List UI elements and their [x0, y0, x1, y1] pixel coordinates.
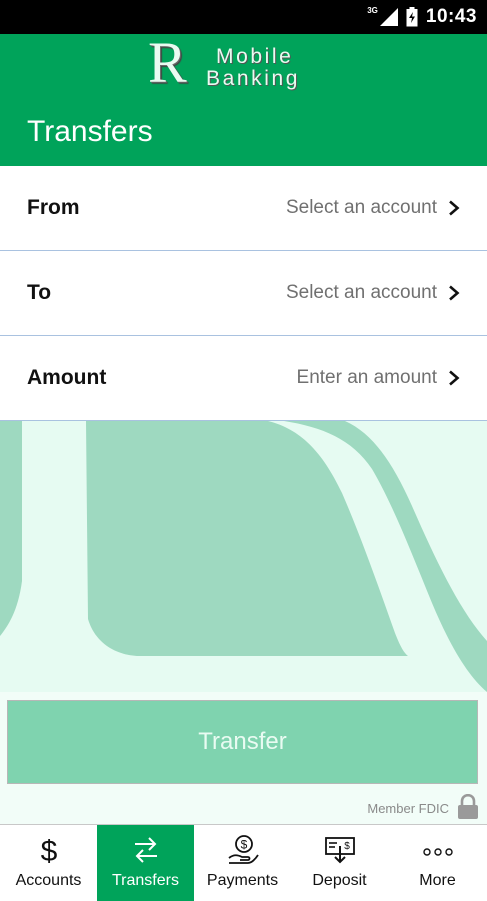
clock: 10:43: [425, 6, 477, 27]
app-header: R Mobile Banking Transfers: [0, 34, 487, 166]
chevron-right-icon: [449, 370, 460, 386]
nav-deposit-label: Deposit: [312, 872, 367, 889]
network-type-label: 3G: [367, 5, 378, 15]
signal-icon: [379, 8, 398, 26]
amount-value: Enter an amount: [296, 367, 437, 388]
nav-payments[interactable]: $ Payments: [194, 825, 291, 901]
nav-transfers[interactable]: Transfers: [97, 825, 194, 901]
from-account-value: Select an account: [285, 197, 437, 218]
nav-more-label: More: [419, 872, 456, 889]
page-title: Transfers: [27, 115, 153, 148]
amount-row[interactable]: Amount Enter an amount: [0, 336, 487, 421]
to-account-value: Select an account: [285, 282, 437, 303]
nav-deposit[interactable]: $ Deposit: [291, 825, 388, 901]
check-deposit-icon: $: [324, 837, 355, 864]
chevron-right-icon: [449, 200, 460, 216]
action-area: Transfer Member FDIC: [0, 692, 487, 824]
svg-text:$: $: [40, 835, 57, 866]
nav-accounts[interactable]: $ Accounts: [0, 825, 97, 901]
nav-more[interactable]: More: [388, 825, 487, 901]
chevron-right-icon: [449, 285, 460, 301]
status-bar: 3G 10:43: [0, 0, 487, 34]
nav-transfers-label: Transfers: [112, 872, 179, 889]
from-account-row[interactable]: From Select an account: [0, 166, 487, 251]
logo-line-1: Mobile: [216, 45, 294, 68]
svg-text:$: $: [344, 841, 350, 852]
lock-icon: [458, 794, 478, 819]
logo-line-2: Banking: [206, 67, 301, 90]
app-logo: R Mobile Banking: [148, 34, 338, 92]
transfer-button[interactable]: Transfer: [7, 700, 478, 784]
dollar-icon: $: [40, 835, 57, 866]
nav-accounts-label: Accounts: [15, 872, 82, 889]
nav-payments-label: Payments: [206, 872, 279, 889]
logo-letter: R: [148, 30, 187, 95]
bottom-nav: $ Accounts Transfers $ Payments $ Deposi…: [0, 824, 487, 901]
transfer-arrows-icon: [134, 837, 157, 863]
to-label: To: [27, 281, 52, 304]
from-label: From: [27, 196, 80, 219]
member-fdic-label: Member FDIC: [367, 801, 449, 816]
battery-icon: [406, 7, 418, 27]
status-icons: 3G 10:43: [367, 0, 477, 34]
hand-coin-icon: $: [227, 835, 259, 864]
amount-label: Amount: [27, 366, 107, 389]
banner-letter-graphic: [0, 421, 487, 692]
more-dots-icon: [422, 848, 453, 856]
svg-text:$: $: [240, 838, 247, 852]
to-account-row[interactable]: To Select an account: [0, 251, 487, 336]
brand-banner: [0, 421, 487, 693]
